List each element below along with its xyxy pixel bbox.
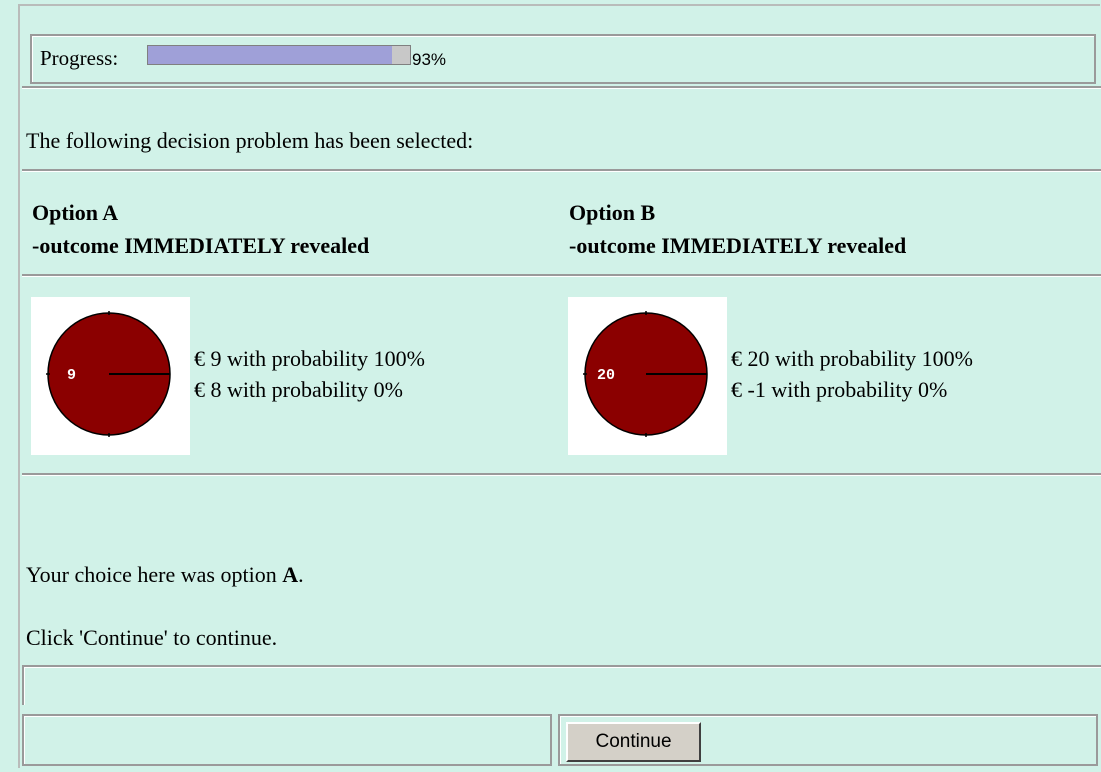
progress-bar-fill [148, 46, 392, 64]
option-a-subtitle: -outcome IMMEDIATELY revealed [32, 233, 370, 258]
progress-bar [147, 45, 411, 65]
footer-left-cell [22, 714, 552, 766]
choice-text: Your choice here was option A. [26, 562, 304, 588]
divider [22, 473, 1101, 476]
divider [22, 274, 1101, 277]
option-b-outcomes: € 20 with probability 100% € -1 with pro… [731, 343, 973, 405]
option-a-title: Option A [32, 200, 119, 225]
choice-prefix: Your choice here was option [26, 562, 283, 587]
divider [22, 86, 1101, 89]
option-a-outcomes: € 9 with probability 100% € 8 with proba… [194, 343, 425, 405]
empty-panel [22, 665, 1101, 705]
option-b-pie-label: 20 [597, 367, 616, 384]
option-a-pie-chart: 9 [31, 297, 190, 455]
choice-value: A [282, 562, 299, 587]
instruction-text: Click 'Continue' to continue. [26, 625, 278, 650]
divider [22, 169, 1101, 172]
progress-value: 93% [412, 50, 447, 69]
option-a-heading: Option A -outcome IMMEDIATELY revealed [32, 196, 369, 262]
option-a-outcome-1: € 9 with probability 100% [194, 346, 425, 371]
option-b-outcome-1: € 20 with probability 100% [731, 346, 973, 371]
option-b-pie-svg [583, 311, 708, 437]
intro-text: The following decision problem has been … [26, 128, 474, 153]
choice-suffix: . [298, 562, 304, 587]
continue-button[interactable]: Continue [566, 722, 701, 762]
option-b-pie-chart: 20 [568, 297, 727, 455]
option-b-outcome-2: € -1 with probability 0% [731, 377, 948, 402]
option-b-title: Option B [569, 200, 656, 225]
progress-label: Progress: [40, 46, 119, 70]
progress-panel: Progress: 93% [30, 34, 1096, 84]
option-b-subtitle: -outcome IMMEDIATELY revealed [569, 233, 907, 258]
option-a-pie-svg [46, 311, 171, 437]
option-a-pie-label: 9 [67, 367, 77, 384]
option-a-outcome-2: € 8 with probability 0% [194, 377, 403, 402]
option-b-heading: Option B -outcome IMMEDIATELY revealed [569, 196, 906, 262]
